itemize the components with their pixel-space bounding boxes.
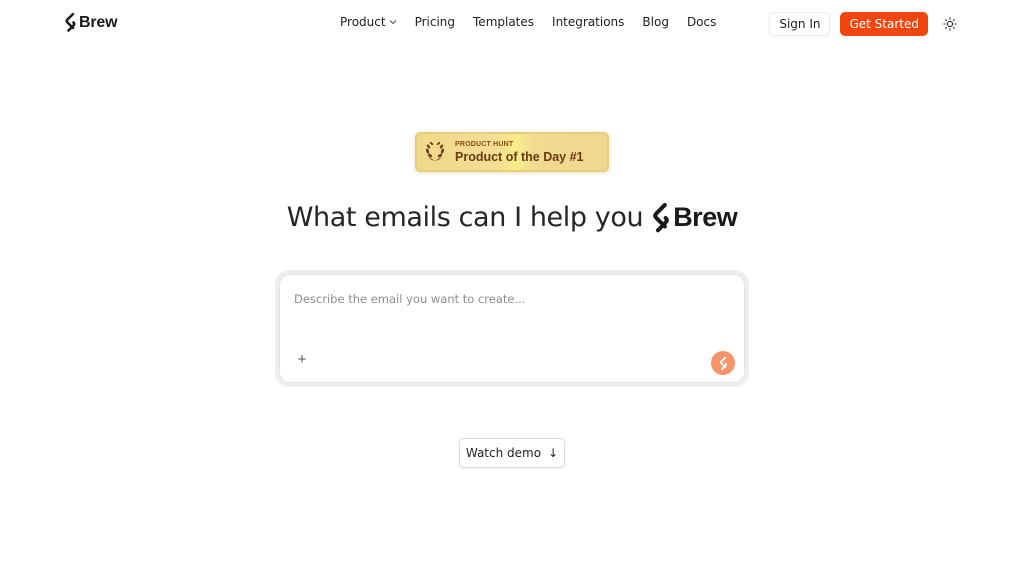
badge-text: PRODUCT HUNT Product of the Day #1: [455, 141, 584, 164]
nav-item-label: Product: [340, 15, 386, 29]
laurel-wreath-icon: [425, 142, 445, 161]
hero-title: What emails can I help you: [286, 202, 644, 233]
product-hunt-badge[interactable]: PRODUCT HUNT Product of the Day #1: [415, 132, 609, 172]
get-started-button[interactable]: Get Started: [840, 12, 928, 36]
nav-item-pricing[interactable]: Pricing: [415, 15, 455, 29]
attach-button[interactable]: +: [294, 352, 310, 368]
nav-item-templates[interactable]: Templates: [473, 15, 534, 29]
prompt-inner: +: [279, 274, 745, 383]
brew-s-icon: [719, 356, 727, 370]
badge-title: Product of the Day #1: [455, 149, 584, 164]
theme-toggle[interactable]: [940, 14, 960, 34]
top-nav: Brew Product Pricing Templates Integrati…: [0, 0, 1024, 46]
send-button[interactable]: [711, 351, 735, 375]
arrow-down-icon: ↓: [548, 446, 559, 460]
brand-logo[interactable]: Brew: [64, 13, 118, 32]
brew-s-icon: [65, 13, 76, 32]
nav-item-integrations[interactable]: Integrations: [552, 15, 624, 29]
brew-s-icon: [653, 202, 669, 232]
hero-brand-name: Brew: [673, 202, 738, 232]
watch-demo-label: Watch demo: [465, 446, 542, 460]
hero-brand-logo: Brew: [651, 202, 738, 233]
sign-in-button[interactable]: Sign In: [769, 12, 831, 36]
nav-actions: Sign In Get Started: [769, 12, 960, 36]
chevron-down-icon: [389, 18, 397, 28]
nav-item-product[interactable]: Product: [340, 15, 397, 29]
nav-item-blog[interactable]: Blog: [642, 15, 669, 29]
hero-heading: What emails can I help you Brew: [0, 202, 1024, 233]
nav-item-docs[interactable]: Docs: [687, 15, 716, 29]
watch-demo-button[interactable]: Watch demo ↓: [459, 438, 565, 468]
email-prompt-input[interactable]: [294, 289, 714, 309]
nav-links: Product Pricing Templates Integrations B…: [340, 15, 716, 29]
sun-icon: [943, 17, 957, 31]
prompt-composer: +: [275, 270, 749, 387]
badge-kicker: PRODUCT HUNT: [455, 140, 514, 148]
brand-name: Brew: [79, 13, 118, 31]
